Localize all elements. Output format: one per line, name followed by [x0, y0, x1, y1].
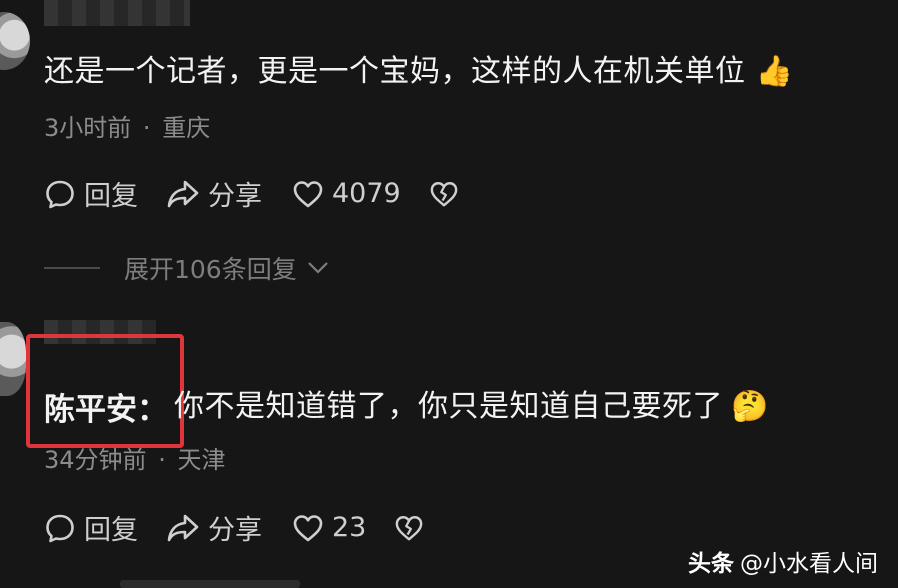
reply-label: 回复 — [84, 515, 138, 546]
broken-heart-icon — [396, 515, 423, 540]
reply-button[interactable]: 回复 — [44, 174, 138, 213]
dislike-button[interactable] — [394, 514, 424, 542]
broken-heart-icon — [430, 181, 458, 206]
comment-text: 还是一个记者，更是一个宝妈，这样的人在机关单位 👍 — [44, 54, 794, 89]
divider-line — [44, 267, 100, 269]
share-label: 分享 — [208, 181, 262, 212]
comment-location: 重庆 — [162, 114, 211, 142]
expand-line-cutoff — [120, 580, 300, 588]
comment-meta: 34分钟前 · 天津 — [44, 440, 225, 475]
like-button[interactable]: 23 — [292, 512, 366, 543]
share-arrow-icon — [167, 514, 199, 541]
meta-separator: · — [158, 446, 166, 474]
heart-icon — [293, 514, 323, 541]
share-button[interactable]: 分享 — [166, 508, 262, 547]
toutiao-logo: 头条 — [688, 551, 734, 577]
reply-button[interactable]: 回复 — [44, 508, 138, 547]
comment-location: 天津 — [177, 446, 226, 474]
thinking-emoji: 🤔 — [731, 389, 769, 424]
username-blurred — [44, 0, 190, 26]
share-button[interactable]: 分享 — [166, 174, 262, 213]
comment-username[interactable]: 陈平安： — [44, 384, 168, 429]
comment-text: 你不是知道错了，你只是知道自己要死了 — [174, 388, 723, 424]
thumbs-up-emoji: 👍 — [755, 54, 794, 89]
avatar[interactable] — [0, 12, 30, 70]
expand-replies-button[interactable]: 展开106条回复 — [44, 250, 329, 286]
like-count: 4079 — [332, 178, 401, 209]
comment-body: 陈平安： 你不是知道错了，你只是知道自己要死了 🤔 — [44, 384, 768, 429]
chevron-down-icon — [307, 262, 328, 274]
comment-time: 3小时前 — [44, 114, 132, 142]
meta-separator: · — [142, 114, 151, 142]
dislike-button[interactable] — [429, 180, 459, 208]
like-count: 23 — [332, 512, 367, 543]
heart-icon — [293, 180, 323, 207]
watermark-account: @小水看人间 — [740, 551, 878, 577]
comment-meta: 3小时前 · 重庆 — [44, 108, 210, 143]
comment-bubble-icon — [46, 514, 74, 542]
share-arrow-icon — [167, 180, 199, 207]
expand-replies-label: 展开106条回复 — [124, 255, 297, 284]
reply-label: 回复 — [84, 181, 138, 212]
comment-actions: 回复 分享 23 — [44, 508, 424, 547]
comment-time: 34分钟前 — [44, 446, 147, 474]
like-button[interactable]: 4079 — [292, 178, 401, 209]
comment-bubble-icon — [46, 180, 74, 208]
comment-actions: 回复 分享 4079 — [44, 174, 459, 213]
share-label: 分享 — [208, 515, 262, 546]
avatar[interactable] — [0, 322, 26, 396]
watermark: 头条 @小水看人间 — [688, 544, 878, 578]
